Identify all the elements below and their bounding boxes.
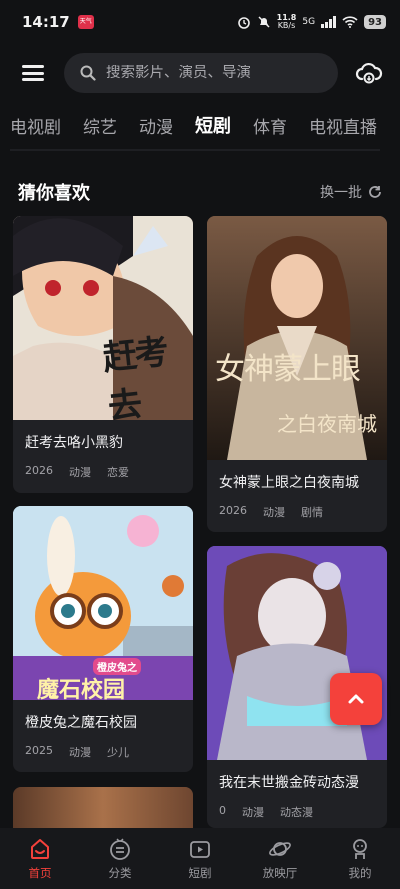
video-card[interactable]	[13, 787, 193, 828]
video-card[interactable]: 赶考去 赶考去咯小黑豹 2026 动漫 恋爱	[13, 216, 193, 493]
status-indicators: 11.8 KB/s 5G 93	[237, 14, 386, 30]
nav-category-label: 分类	[108, 866, 132, 880]
nav-home[interactable]: 首页	[5, 836, 75, 881]
network-type: 5G	[302, 17, 316, 27]
signal-icon	[321, 16, 337, 28]
poster-image: 女神蒙上眼 之白夜南城	[207, 216, 387, 460]
category-tabs: 电视剧 综艺 动漫 短剧 体育 电视直播	[0, 110, 400, 140]
card-meta: 2025 动漫 少儿	[25, 744, 181, 760]
search-input[interactable]	[106, 65, 306, 81]
wifi-icon	[342, 16, 358, 28]
tab-live-tv[interactable]: 电视直播	[309, 113, 377, 138]
profile-icon	[347, 836, 373, 862]
tab-tv-series[interactable]: 电视剧	[10, 113, 61, 138]
card-info: 我在末世搬金砖动态漫 0 动漫 动态漫	[207, 760, 387, 820]
bottom-nav: 首页 分类 短剧 放映厅 我的	[0, 828, 400, 889]
chevron-up-icon	[348, 694, 364, 704]
poster-title-text: 魔石校园	[37, 678, 126, 700]
notification-badge: 天气	[77, 15, 94, 29]
card-meta: 2026 动漫 恋爱	[25, 464, 181, 480]
refresh-button[interactable]: 换一批	[320, 182, 382, 202]
card-genre: 动漫	[242, 806, 264, 819]
card-tag: 动态漫	[280, 806, 313, 819]
home-icon	[27, 836, 53, 862]
tab-anime[interactable]: 动漫	[139, 113, 173, 138]
nav-category[interactable]: 分类	[85, 836, 155, 881]
tab-sports[interactable]: 体育	[253, 113, 287, 138]
nav-theater-label: 放映厅	[262, 866, 298, 880]
tab-divider	[10, 149, 380, 151]
status-time: 14:17	[22, 13, 70, 31]
planet-icon	[267, 836, 293, 862]
alarm-icon	[237, 17, 250, 29]
card-title: 赶考去咯小黑豹	[25, 435, 123, 451]
card-title: 我在末世搬金砖动态漫	[219, 775, 359, 791]
short-drama-icon	[187, 836, 213, 862]
header	[0, 52, 400, 94]
card-tag: 恋爱	[107, 466, 129, 479]
cloud-download-icon	[355, 62, 383, 84]
card-info: 橙皮兔之魔石校园 2025 动漫 少儿	[13, 700, 193, 760]
card-year: 2026	[219, 504, 247, 517]
nav-profile[interactable]: 我的	[325, 836, 395, 881]
card-genre: 动漫	[69, 466, 91, 479]
card-year: 2026	[25, 464, 53, 477]
category-icon	[107, 836, 133, 862]
card-genre: 动漫	[263, 506, 285, 519]
mute-icon	[258, 16, 270, 28]
poster-title-text: 赶考去	[100, 332, 169, 420]
tab-short-drama[interactable]: 短剧	[195, 112, 231, 138]
poster-image: 橙皮兔之 魔石校园	[13, 506, 193, 700]
card-meta: 2026 动漫 剧情	[219, 504, 375, 520]
card-meta: 0 动漫 动态漫	[219, 804, 375, 820]
card-year: 0	[219, 804, 226, 817]
card-genre: 动漫	[69, 746, 91, 759]
poster-subtitle-text: 之白夜南城	[277, 412, 377, 436]
card-tag: 剧情	[301, 506, 323, 519]
menu-button[interactable]	[20, 62, 46, 84]
card-title: 橙皮兔之魔石校园	[25, 715, 137, 731]
video-card[interactable]: 橙皮兔之 魔石校园 橙皮兔之魔石校园 2025 动漫 少儿	[13, 506, 193, 772]
card-title: 女神蒙上眼之白夜南城	[219, 475, 359, 491]
poster-image	[13, 787, 193, 828]
nav-short-drama-label: 短剧	[188, 866, 212, 880]
card-info: 赶考去咯小黑豹 2026 动漫 恋爱	[13, 420, 193, 480]
refresh-icon	[369, 186, 381, 198]
section-title: 猜你喜欢	[18, 183, 90, 204]
nav-profile-label: 我的	[348, 866, 372, 880]
status-bar: 14:17 天气 11.8 KB/s 5G 93	[0, 0, 400, 44]
video-card[interactable]: 女神蒙上眼 之白夜南城 女神蒙上眼之白夜南城 2026 动漫 剧情	[207, 216, 387, 532]
section-header: 猜你喜欢 换一批	[18, 177, 382, 207]
back-to-top-button[interactable]	[330, 673, 382, 725]
poster-image	[207, 546, 387, 760]
poster-title-text: 女神蒙上眼	[215, 352, 361, 387]
card-tag: 少儿	[107, 746, 129, 759]
cloud-download-button[interactable]	[354, 58, 384, 88]
card-info: 女神蒙上眼之白夜南城 2026 动漫 剧情	[207, 460, 387, 520]
card-year: 2025	[25, 744, 53, 757]
nav-theater[interactable]: 放映厅	[245, 836, 315, 881]
network-speed: 11.8 KB/s	[276, 13, 297, 30]
search-icon	[80, 65, 96, 81]
nav-home-label: 首页	[28, 866, 52, 880]
nav-short-drama[interactable]: 短剧	[165, 836, 235, 881]
battery-level: 93	[364, 15, 386, 29]
tab-variety[interactable]: 综艺	[83, 113, 117, 138]
search-bar[interactable]	[64, 53, 338, 93]
refresh-label: 换一批	[320, 185, 362, 201]
poster-image: 赶考去	[13, 216, 193, 420]
poster-art	[207, 546, 387, 760]
